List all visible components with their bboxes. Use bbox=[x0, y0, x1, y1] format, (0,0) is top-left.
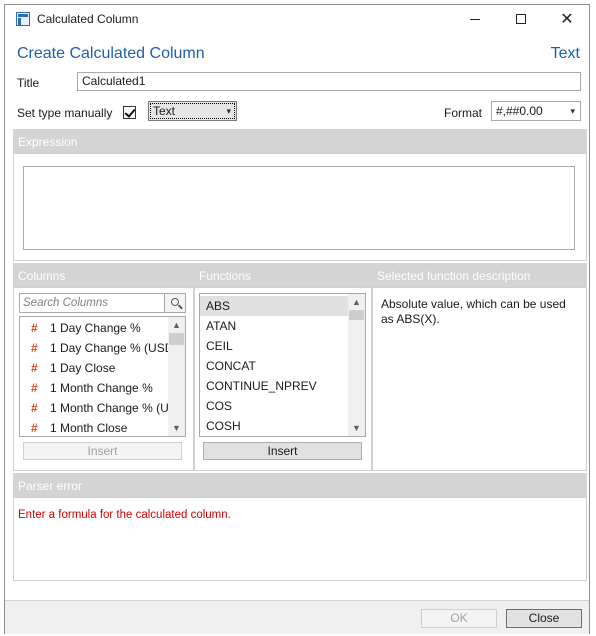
list-item[interactable]: # 1 Day Close bbox=[20, 358, 170, 378]
expression-section-header: Expression bbox=[13, 129, 587, 153]
title-label: Title bbox=[17, 76, 40, 90]
function-item[interactable]: CONCAT bbox=[200, 356, 348, 376]
chevron-down-icon: ▾ bbox=[226, 106, 231, 116]
function-item[interactable]: CONTINUE_NPREV bbox=[200, 376, 348, 396]
list-item[interactable]: # 1 Day Change % bbox=[20, 318, 170, 338]
description-section-header: Selected function description bbox=[372, 263, 587, 287]
ok-button[interactable]: OK bbox=[421, 609, 497, 628]
dialog-heading: Create Calculated Column bbox=[17, 45, 205, 62]
title-input[interactable]: Calculated1 bbox=[77, 72, 581, 91]
minimize-button[interactable] bbox=[452, 5, 498, 33]
hash-icon: # bbox=[31, 321, 38, 335]
chevron-down-icon[interactable]: ▼ bbox=[348, 420, 365, 436]
list-item[interactable]: # 1 Day Change % (USD bbox=[20, 338, 170, 358]
parser-error-section-header: Parser error bbox=[13, 473, 587, 497]
hash-icon: # bbox=[31, 341, 38, 355]
set-type-label: Set type manually bbox=[17, 106, 113, 120]
columns-section-header: Columns bbox=[13, 263, 194, 287]
close-icon: ✕ bbox=[560, 11, 574, 28]
function-item[interactable]: ATAN bbox=[200, 316, 348, 336]
list-item[interactable]: # 1 Month Close bbox=[20, 418, 170, 436]
search-placeholder: Search Columns bbox=[23, 297, 109, 309]
column-type-label: Text bbox=[550, 45, 580, 62]
chevron-down-icon: ▾ bbox=[570, 106, 575, 116]
list-item[interactable]: # 1 Month Change % bbox=[20, 378, 170, 398]
columns-list[interactable]: # 1 Day Change % # 1 Day Change % (USD #… bbox=[19, 316, 186, 437]
close-button[interactable]: Close bbox=[506, 609, 582, 628]
parser-error-message: Enter a formula for the calculated colum… bbox=[18, 509, 231, 521]
set-type-checkbox[interactable] bbox=[123, 106, 136, 119]
search-columns-input[interactable]: Search Columns bbox=[19, 293, 186, 313]
search-button[interactable] bbox=[164, 293, 186, 313]
insert-function-button[interactable]: Insert bbox=[203, 442, 362, 460]
type-select-value: Text bbox=[153, 104, 176, 118]
window-title: Calculated Column bbox=[37, 12, 139, 26]
dialog-footer: OK Close bbox=[5, 600, 589, 634]
type-select[interactable]: Text ▾ bbox=[148, 101, 237, 121]
hash-icon: # bbox=[31, 421, 38, 435]
maximize-icon bbox=[516, 14, 526, 24]
hash-icon: # bbox=[31, 361, 38, 375]
function-item[interactable]: CEIL bbox=[200, 336, 348, 356]
hash-icon: # bbox=[31, 401, 38, 415]
columns-scrollbar[interactable]: ▲ ▼ bbox=[168, 317, 185, 436]
function-item-selected[interactable]: ABS bbox=[200, 296, 348, 316]
functions-section-header: Functions bbox=[194, 263, 372, 287]
maximize-button[interactable] bbox=[498, 5, 544, 33]
format-label: Format bbox=[444, 106, 483, 120]
insert-column-button[interactable]: Insert bbox=[23, 442, 182, 460]
list-item[interactable]: # 1 Month Change % (U bbox=[20, 398, 170, 418]
format-select-value: #,##0.00 bbox=[496, 104, 543, 118]
expression-editor[interactable] bbox=[23, 166, 575, 250]
title-bar: Calculated Column ✕ bbox=[5, 5, 589, 33]
function-description: Absolute value, which can be used as ABS… bbox=[381, 297, 566, 326]
function-item[interactable]: COS bbox=[200, 396, 348, 416]
chevron-down-icon[interactable]: ▼ bbox=[168, 420, 185, 436]
scrollbar-thumb[interactable] bbox=[349, 310, 364, 320]
chevron-up-icon[interactable]: ▲ bbox=[168, 317, 185, 333]
app-icon bbox=[16, 12, 30, 26]
close-window-button[interactable]: ✕ bbox=[544, 5, 590, 33]
hash-icon: # bbox=[31, 381, 38, 395]
functions-scrollbar[interactable]: ▲ ▼ bbox=[348, 294, 365, 436]
minimize-icon bbox=[470, 18, 480, 20]
function-item[interactable]: COSH bbox=[200, 416, 348, 436]
scrollbar-thumb[interactable] bbox=[169, 333, 184, 345]
calculated-column-dialog: Calculated Column ✕ Create Calculated Co… bbox=[4, 4, 590, 634]
chevron-up-icon[interactable]: ▲ bbox=[348, 294, 365, 310]
search-icon bbox=[171, 298, 179, 306]
functions-list[interactable]: ABS ATAN CEIL CONCAT CONTINUE_NPREV COS … bbox=[199, 293, 366, 437]
format-select[interactable]: #,##0.00 ▾ bbox=[491, 101, 581, 121]
